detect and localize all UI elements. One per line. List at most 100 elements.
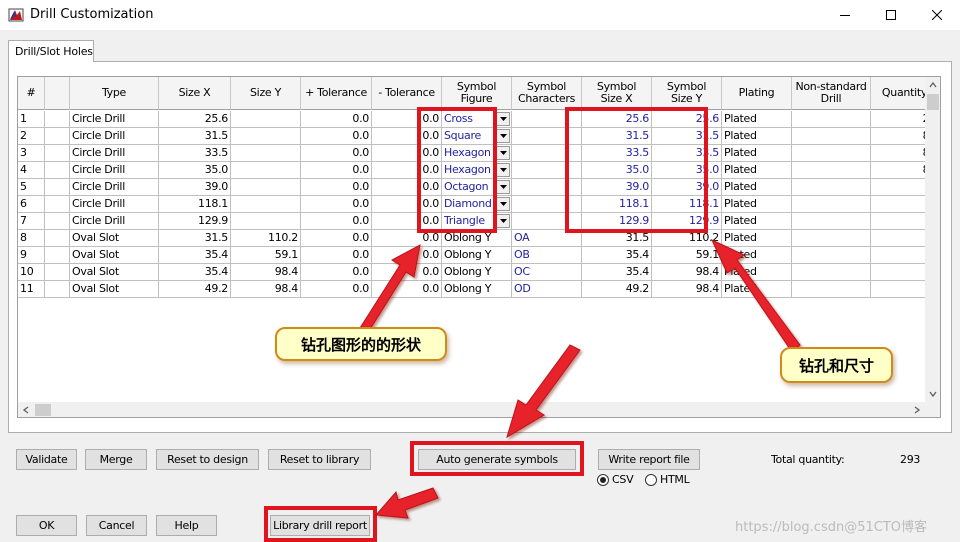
cell-size-x[interactable]: 31.5: [159, 230, 231, 247]
cell-symbol-size-x[interactable]: 35.4: [582, 247, 652, 264]
vertical-scrollbar[interactable]: [925, 77, 940, 402]
reset-to-design-button[interactable]: Reset to design: [156, 449, 259, 470]
cell-blank[interactable]: [45, 196, 70, 213]
cell-quantity[interactable]: 80: [871, 128, 925, 145]
cell-size-y[interactable]: [231, 213, 301, 230]
cell-number[interactable]: 10: [18, 264, 45, 281]
cell-plating[interactable]: Plated: [722, 230, 792, 247]
cell-non-standard-drill[interactable]: [792, 247, 871, 264]
csv-radio[interactable]: [597, 474, 609, 486]
cell-symbol-figure[interactable]: Oblong Y: [442, 264, 512, 281]
col-symbol-size-y-header[interactable]: Symbol Size Y: [652, 77, 722, 110]
cell-non-standard-drill[interactable]: [792, 145, 871, 162]
cell-plating[interactable]: Plated: [722, 162, 792, 179]
cell-plating[interactable]: Plated: [722, 179, 792, 196]
dropdown-arrow-icon[interactable]: [496, 129, 510, 143]
cell-plating[interactable]: Plated: [722, 247, 792, 264]
cell-plus-tolerance[interactable]: 0.0: [301, 230, 372, 247]
cell-size-x[interactable]: 31.5: [159, 128, 231, 145]
cell-plus-tolerance[interactable]: 0.0: [301, 196, 372, 213]
close-button[interactable]: [914, 0, 960, 30]
cell-non-standard-drill[interactable]: [792, 213, 871, 230]
cell-number[interactable]: 11: [18, 281, 45, 298]
cell-plus-tolerance[interactable]: 0.0: [301, 128, 372, 145]
cell-type[interactable]: Oval Slot: [70, 247, 159, 264]
cell-blank[interactable]: [45, 213, 70, 230]
cell-size-x[interactable]: 35.4: [159, 264, 231, 281]
cell-type[interactable]: Circle Drill: [70, 162, 159, 179]
cell-size-y[interactable]: [231, 179, 301, 196]
maximize-button[interactable]: [868, 0, 914, 30]
cell-number[interactable]: 6: [18, 196, 45, 213]
col-plus-tolerance-header[interactable]: + Tolerance: [301, 77, 372, 110]
cell-non-standard-drill[interactable]: [792, 264, 871, 281]
cell-minus-tolerance[interactable]: 0.0: [372, 281, 442, 298]
cell-type[interactable]: Circle Drill: [70, 179, 159, 196]
cell-plating[interactable]: Plated: [722, 145, 792, 162]
cell-plating[interactable]: Plated: [722, 281, 792, 298]
cell-size-x[interactable]: 39.0: [159, 179, 231, 196]
cell-type[interactable]: Circle Drill: [70, 196, 159, 213]
cell-type[interactable]: Circle Drill: [70, 111, 159, 128]
table-row[interactable]: 11 Oval Slot 49.2 98.4 0.0 0.0 Oblong Y OD 49.2 9…: [18, 281, 925, 298]
cell-quantity[interactable]: 2: [871, 196, 925, 213]
cell-size-x[interactable]: 35.0: [159, 162, 231, 179]
cell-number[interactable]: 9: [18, 247, 45, 264]
cell-quantity[interactable]: 8: [871, 179, 925, 196]
tab-drill-slot-holes[interactable]: Drill/Slot Holes: [8, 40, 94, 62]
cell-plus-tolerance[interactable]: 0.0: [301, 162, 372, 179]
cell-symbol-figure[interactable]: Oblong Y: [442, 281, 512, 298]
cell-plus-tolerance[interactable]: 0.0: [301, 179, 372, 196]
cell-type[interactable]: Oval Slot: [70, 281, 159, 298]
validate-button[interactable]: Validate: [16, 449, 77, 470]
cell-type[interactable]: Oval Slot: [70, 230, 159, 247]
cell-blank[interactable]: [45, 111, 70, 128]
write-report-file-button[interactable]: Write report file: [598, 449, 700, 470]
horizontal-scrollbar[interactable]: [18, 402, 925, 417]
cell-non-standard-drill[interactable]: [792, 128, 871, 145]
vertical-scroll-thumb[interactable]: [927, 94, 939, 110]
cell-plating[interactable]: Plated: [722, 196, 792, 213]
col-blank-header[interactable]: [45, 77, 70, 110]
cell-size-y[interactable]: [231, 111, 301, 128]
cell-quantity[interactable]: 4: [871, 281, 925, 298]
cell-plus-tolerance[interactable]: 0.0: [301, 281, 372, 298]
cell-size-y[interactable]: [231, 162, 301, 179]
cell-number[interactable]: 1: [18, 111, 45, 128]
cell-size-y[interactable]: [231, 128, 301, 145]
cell-minus-tolerance[interactable]: 0.0: [372, 264, 442, 281]
cell-blank[interactable]: [45, 281, 70, 298]
cell-non-standard-drill[interactable]: [792, 111, 871, 128]
table-row[interactable]: 10 Oval Slot 35.4 98.4 0.0 0.0 Oblong Y OC 35.4 9…: [18, 264, 925, 281]
cell-plus-tolerance[interactable]: 0.0: [301, 111, 372, 128]
cell-plating[interactable]: Plated: [722, 128, 792, 145]
cell-plating[interactable]: Plated: [722, 213, 792, 230]
cell-number[interactable]: 8: [18, 230, 45, 247]
col-symbol-figure-header[interactable]: Symbol Figure: [442, 77, 512, 110]
cell-plating[interactable]: Plated: [722, 264, 792, 281]
dropdown-arrow-icon[interactable]: [496, 197, 510, 211]
col-minus-tolerance-header[interactable]: - Tolerance: [372, 77, 442, 110]
html-radio[interactable]: [645, 474, 657, 486]
merge-button[interactable]: Merge: [85, 449, 147, 470]
cell-non-standard-drill[interactable]: [792, 281, 871, 298]
cell-non-standard-drill[interactable]: [792, 162, 871, 179]
cancel-button[interactable]: Cancel: [86, 515, 147, 536]
cell-size-x[interactable]: 118.1: [159, 196, 231, 213]
cell-minus-tolerance[interactable]: 0.0: [372, 247, 442, 264]
cell-symbol-size-y[interactable]: 98.4: [652, 264, 722, 281]
table-row[interactable]: 9 Oval Slot 35.4 59.1 0.0 0.0 Oblong Y OB 35.4 59…: [18, 247, 925, 264]
cell-blank[interactable]: [45, 230, 70, 247]
cell-symbol-characters[interactable]: OB: [512, 247, 582, 264]
horizontal-scroll-thumb[interactable]: [35, 404, 51, 416]
cell-size-x[interactable]: 25.6: [159, 111, 231, 128]
cell-number[interactable]: 7: [18, 213, 45, 230]
col-type-header[interactable]: Type: [70, 77, 159, 110]
cell-symbol-characters[interactable]: OD: [512, 281, 582, 298]
reset-to-library-button[interactable]: Reset to library: [268, 449, 371, 470]
col-quantity-header[interactable]: Quantity: [871, 77, 925, 110]
cell-quantity[interactable]: 20: [871, 111, 925, 128]
cell-size-y[interactable]: 110.2: [231, 230, 301, 247]
cell-size-y[interactable]: [231, 196, 301, 213]
cell-quantity[interactable]: 2: [871, 247, 925, 264]
